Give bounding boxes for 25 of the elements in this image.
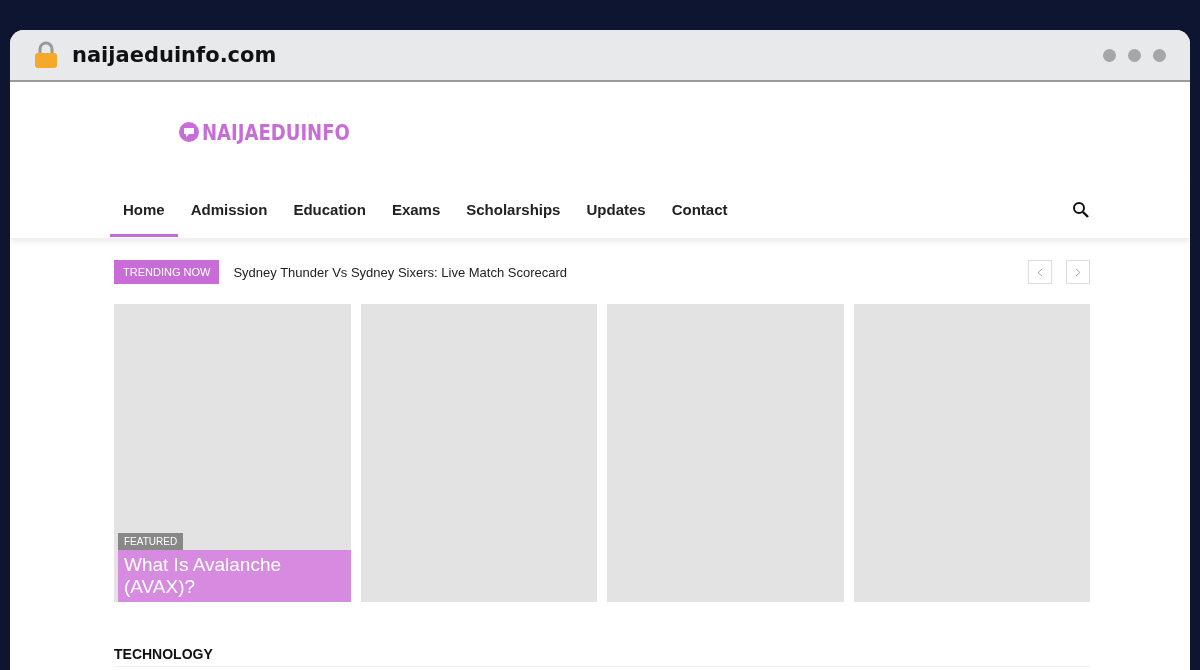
- search-icon[interactable]: [1072, 201, 1090, 219]
- nav-link[interactable]: Education: [280, 183, 379, 237]
- nav-link[interactable]: Contact: [658, 183, 741, 237]
- nav-link[interactable]: Admission: [177, 183, 281, 237]
- trending-badge: TRENDING NOW: [114, 260, 220, 284]
- trending-headline[interactable]: Sydney Thunder Vs Sydney Sixers: Live Match Scorecard: [233, 264, 1014, 280]
- card-image-placeholder[interactable]: [360, 304, 597, 602]
- nav-link[interactable]: Updates: [573, 183, 659, 237]
- section-title: TECHNOLOGY: [114, 646, 213, 662]
- lock-icon: [34, 41, 58, 69]
- nav-link[interactable]: Scholarships: [453, 183, 574, 237]
- nav-link[interactable]: Exams: [378, 183, 454, 237]
- card-image-placeholder[interactable]: [607, 304, 844, 602]
- window-dot[interactable]: [1153, 48, 1166, 62]
- card-image-placeholder[interactable]: [853, 304, 1090, 602]
- featured-badge: FEATURED: [118, 533, 184, 550]
- card-image-placeholder[interactable]: FEATURED What Is Avalanche (AVAX)?: [114, 304, 351, 602]
- nav-link[interactable]: Home: [110, 183, 178, 237]
- chevron-left-icon: [1037, 267, 1043, 277]
- next-button[interactable]: [1066, 260, 1090, 284]
- window-dot[interactable]: [1103, 48, 1116, 62]
- window-dot[interactable]: [1128, 48, 1141, 62]
- chevron-right-icon: [1075, 267, 1081, 277]
- chat-bubble-icon: [178, 121, 200, 143]
- previous-button[interactable]: [1028, 260, 1052, 284]
